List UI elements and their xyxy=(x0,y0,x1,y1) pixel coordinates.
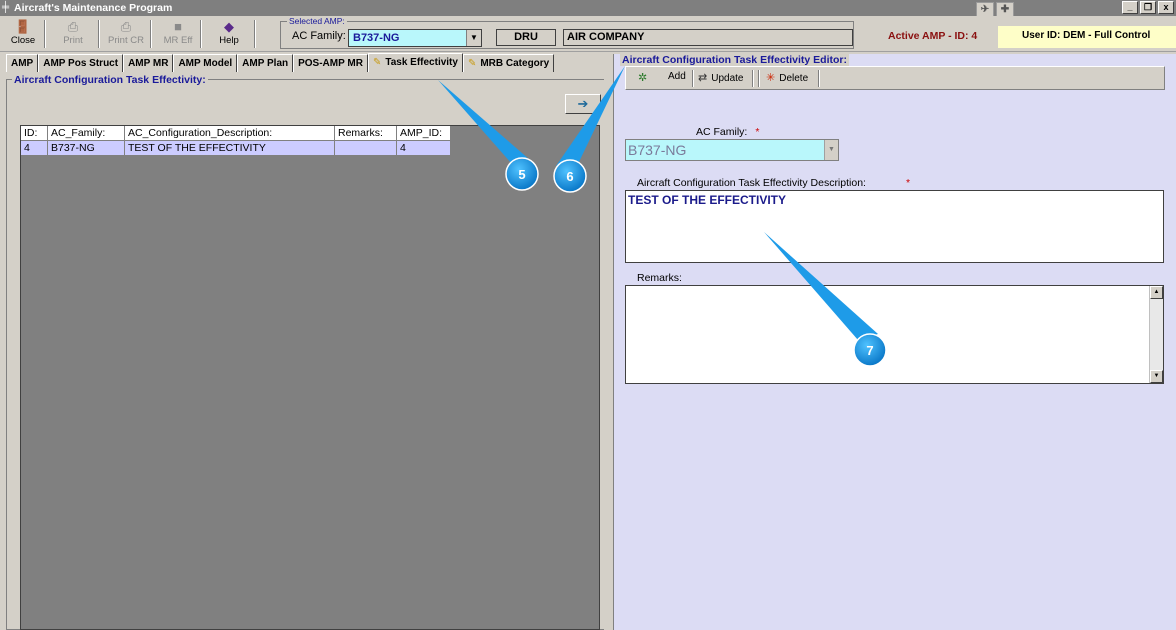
ac-family-select[interactable]: B737-NG ▼ xyxy=(348,29,482,47)
remarks-scrollbar[interactable]: ▲ ▼ xyxy=(1149,286,1163,383)
toolbar-divider xyxy=(818,70,820,87)
update-label: Update xyxy=(711,73,744,84)
editor-toolbar: ✲ Add ⇄ Update ✳ Delete xyxy=(625,66,1165,90)
chevron-down-icon[interactable]: ▼ xyxy=(466,30,481,46)
tab-task-effectivity-label: Task Effectivity xyxy=(385,57,458,68)
tab-mrb-category-label: MRB Category xyxy=(480,58,550,69)
effectivity-grid[interactable]: ID: AC_Family: AC_Configuration_Descript… xyxy=(20,125,600,630)
required-marker: * xyxy=(755,126,760,138)
column-header-amp-id[interactable]: AMP_ID: xyxy=(397,126,451,141)
help-label: Help xyxy=(219,35,239,46)
editor-legend: Aircraft Configuration Task Effectivity … xyxy=(620,54,849,66)
cell-amp-id: 4 xyxy=(397,141,451,156)
print-cr-label: Print CR xyxy=(108,35,144,46)
delete-button[interactable]: ✳ Delete xyxy=(766,71,808,84)
editor-ac-family-label: AC Family: * xyxy=(696,126,759,138)
ac-family-label: AC Family: xyxy=(292,30,346,42)
grid-header-row: ID: AC_Family: AC_Configuration_Descript… xyxy=(21,126,451,141)
cell-remarks xyxy=(335,141,397,156)
tab-amp-mr[interactable]: AMP MR xyxy=(123,54,174,72)
delete-icon: ✳ xyxy=(766,72,776,84)
pencil-icon: ✎ xyxy=(372,57,382,68)
column-header-description[interactable]: AC_Configuration_Description: xyxy=(125,126,335,141)
printer-icon: ⎙ xyxy=(67,19,79,34)
app-icon: ╪ xyxy=(2,2,10,13)
tab-amp-pos-struct[interactable]: AMP Pos Struct xyxy=(38,54,124,72)
selected-amp-legend: Selected AMP: xyxy=(287,16,347,26)
cell-ac-family: B737-NG xyxy=(48,141,125,156)
close-button[interactable]: 🚪 Close xyxy=(6,19,40,50)
close-label: Close xyxy=(10,35,36,46)
tab-amp-model[interactable]: AMP Model xyxy=(173,54,238,72)
print-label: Print xyxy=(63,35,83,46)
column-header-ac-family[interactable]: AC_Family: xyxy=(48,126,125,141)
user-status: User ID: DEM - Full Control xyxy=(998,26,1176,48)
chevron-down-icon[interactable]: ▼ xyxy=(824,140,838,160)
description-label-text: Aircraft Configuration Task Effectivity … xyxy=(637,177,866,189)
title-bar: ╪ Aircraft's Maintenance Program ✈ ✚ _ ❐… xyxy=(0,0,1176,18)
description-value: TEST OF THE EFFECTIVITY xyxy=(628,193,787,207)
app-window: ╪ Aircraft's Maintenance Program ✈ ✚ _ ❐… xyxy=(0,0,1176,630)
scroll-up-icon[interactable]: ▲ xyxy=(1150,286,1163,299)
toolbar-divider xyxy=(692,70,694,87)
door-icon: 🚪 xyxy=(14,19,32,34)
tab-pos-amp-mr[interactable]: POS-AMP MR xyxy=(293,54,368,72)
toolbar-divider xyxy=(44,20,46,48)
pencil-icon: ✎ xyxy=(467,58,477,69)
editor-ac-family-value: B737-NG xyxy=(628,142,687,158)
toolbar-divider xyxy=(200,20,202,48)
editor-ac-family-label-text: AC Family: xyxy=(696,126,748,138)
remarks-label: Remarks: xyxy=(637,272,682,284)
update-button[interactable]: ⇄ Update xyxy=(698,71,743,84)
arrow-right-icon: ➔ xyxy=(577,96,589,111)
window-controls: _ ❐ x xyxy=(1122,1,1174,14)
toolbar-divider xyxy=(98,20,100,48)
window-title: Aircraft's Maintenance Program xyxy=(14,2,173,14)
amp-code-field: DRU xyxy=(496,29,556,46)
column-header-remarks[interactable]: Remarks: xyxy=(335,126,397,141)
tab-amp[interactable]: AMP xyxy=(6,54,39,72)
remarks-textarea[interactable]: ▲ ▼ xyxy=(625,285,1164,384)
tab-strip: AMP AMP Pos Struct AMP MR AMP Model AMP … xyxy=(6,53,555,73)
minimize-button[interactable]: _ xyxy=(1122,1,1138,14)
delete-label: Delete xyxy=(779,73,809,84)
close-window-button[interactable]: x xyxy=(1158,1,1174,14)
print-button[interactable]: ⎙ Print xyxy=(54,19,92,50)
add-button[interactable]: Add xyxy=(668,71,686,82)
tab-mrb-category[interactable]: ✎ MRB Category xyxy=(462,54,555,72)
editor-ac-family-select[interactable]: B737-NG ▼ xyxy=(625,139,839,161)
mr-eff-button[interactable]: ■ MR Eff xyxy=(160,19,196,50)
help-icon: ◆ xyxy=(224,19,234,34)
square-icon: ■ xyxy=(174,19,182,34)
active-amp-status: Active AMP - ID: 4 xyxy=(888,30,978,42)
update-icon: ⇄ xyxy=(698,72,708,84)
panel-splitter[interactable] xyxy=(604,54,614,630)
column-header-id[interactable]: ID: xyxy=(21,126,48,141)
help-button[interactable]: ◆ Help xyxy=(212,19,246,50)
cell-id: 4 xyxy=(21,141,48,156)
company-field: AIR COMPANY xyxy=(563,29,853,46)
ac-family-value: B737-NG xyxy=(353,32,400,44)
printer-icon: ⎙ xyxy=(120,19,132,34)
toolbar-divider xyxy=(150,20,152,48)
transfer-button[interactable]: ➔ xyxy=(565,94,601,114)
effectivity-list-legend: Aircraft Configuration Task Effectivity: xyxy=(12,74,208,86)
restore-button[interactable]: ❐ xyxy=(1140,1,1156,14)
toolbar-divider xyxy=(758,70,760,87)
tab-amp-plan[interactable]: AMP Plan xyxy=(237,54,294,72)
toolbar-divider xyxy=(752,70,754,87)
tab-task-effectivity[interactable]: ✎ Task Effectivity xyxy=(367,53,463,72)
print-cr-button[interactable]: ⎙ Print CR xyxy=(106,19,146,50)
description-label: Aircraft Configuration Task Effectivity … xyxy=(637,177,910,189)
scroll-down-icon[interactable]: ▼ xyxy=(1150,370,1163,383)
toolbar-divider xyxy=(254,20,256,48)
mr-eff-label: MR Eff xyxy=(163,35,193,46)
add-icon[interactable]: ✲ xyxy=(638,71,651,84)
cell-description: TEST OF THE EFFECTIVITY xyxy=(125,141,335,156)
description-textarea[interactable]: TEST OF THE EFFECTIVITY xyxy=(625,190,1164,263)
table-row[interactable]: 4 B737-NG TEST OF THE EFFECTIVITY 4 xyxy=(21,141,451,156)
required-marker: * xyxy=(905,177,911,189)
